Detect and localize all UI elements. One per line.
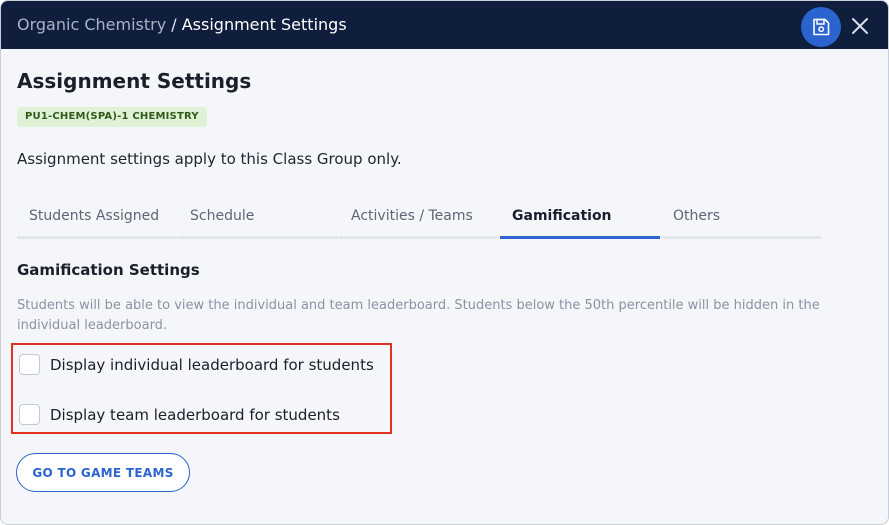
breadcrumb-parent[interactable]: Organic Chemistry bbox=[17, 15, 166, 34]
assignment-settings-modal: Organic Chemistry / Assignment Settings … bbox=[0, 0, 889, 525]
save-icon bbox=[813, 18, 830, 36]
individual-leaderboard-checkbox[interactable] bbox=[19, 354, 40, 375]
tab-activities-teams[interactable]: Activities / Teams bbox=[339, 203, 499, 239]
close-button[interactable] bbox=[849, 15, 871, 37]
settings-description: Assignment settings apply to this Class … bbox=[17, 150, 402, 168]
gamification-help-text: Students will be able to view the indivi… bbox=[17, 298, 820, 333]
page-title: Assignment Settings bbox=[17, 69, 252, 93]
go-to-game-teams-button[interactable]: GO TO GAME TEAMS bbox=[16, 453, 190, 492]
class-group-badge: PU1-CHEM(SPA)-1 CHEMISTRY bbox=[17, 107, 207, 127]
team-leaderboard-option[interactable]: Display team leaderboard for students bbox=[19, 404, 340, 425]
modal-header: Organic Chemistry / Assignment Settings bbox=[1, 1, 888, 49]
tab-others[interactable]: Others bbox=[661, 203, 821, 239]
gamification-settings-heading: Gamification Settings bbox=[17, 261, 200, 279]
tab-schedule[interactable]: Schedule bbox=[178, 203, 338, 239]
breadcrumb-separator: / bbox=[166, 15, 182, 34]
individual-leaderboard-option[interactable]: Display individual leaderboard for stude… bbox=[19, 354, 374, 375]
team-leaderboard-label: Display team leaderboard for students bbox=[50, 405, 340, 424]
tab-gamification[interactable]: Gamification bbox=[500, 203, 660, 239]
tab-students-assigned[interactable]: Students Assigned bbox=[17, 203, 177, 239]
individual-leaderboard-label: Display individual leaderboard for stude… bbox=[50, 355, 374, 374]
breadcrumb-current: Assignment Settings bbox=[181, 15, 347, 34]
breadcrumb: Organic Chemistry / Assignment Settings bbox=[17, 15, 347, 35]
close-icon bbox=[852, 18, 868, 34]
save-button[interactable] bbox=[801, 7, 841, 47]
team-leaderboard-checkbox[interactable] bbox=[19, 404, 40, 425]
